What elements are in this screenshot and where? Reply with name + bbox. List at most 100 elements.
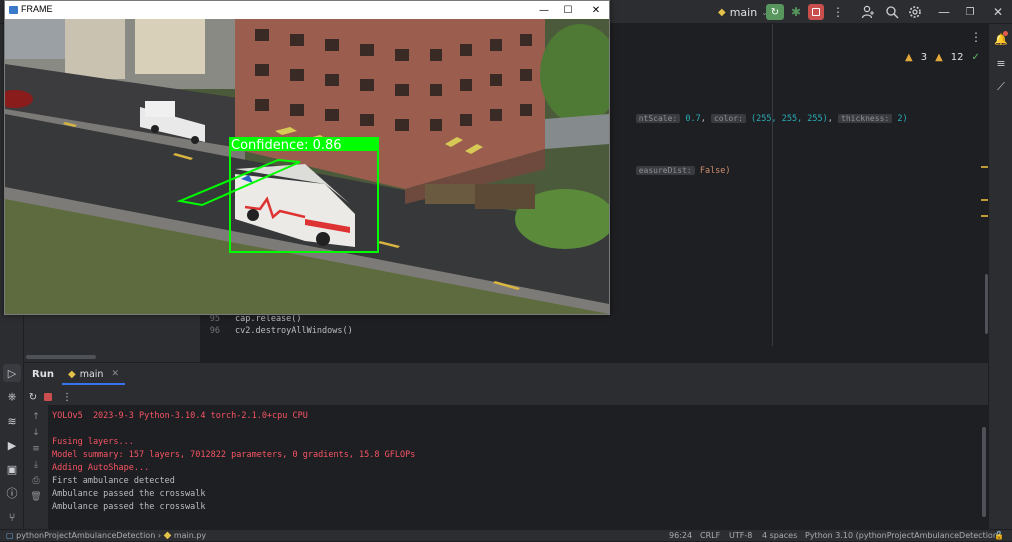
more-icon[interactable]: ⋮	[60, 390, 74, 404]
soft-wrap-icon[interactable]: ≡	[30, 443, 42, 455]
status-bar: ▢ pythonProjectAmbulanceDetection › ◆ ma…	[0, 529, 1012, 541]
console-line: Adding AutoShape...	[52, 463, 150, 473]
python-icon: ◆	[163, 530, 172, 541]
project-breadcrumb[interactable]: ▢ pythonProjectAmbulanceDetection › ◆ ma…	[6, 530, 206, 542]
app-icon	[9, 6, 18, 14]
video-frame: Confidence: 0.86	[5, 19, 609, 314]
code-line-95: cap.release()	[235, 314, 302, 324]
code-value: 2)	[897, 114, 908, 124]
line-number: 96	[209, 326, 220, 336]
warning-stripe[interactable]	[981, 215, 988, 217]
right-margin-guide	[772, 24, 773, 346]
line-separator[interactable]: CRLF	[700, 530, 720, 542]
editor-more-icon[interactable]: ⋮	[970, 30, 982, 44]
line-number: 95	[209, 314, 220, 324]
more-icon[interactable]: ⋮	[830, 4, 846, 20]
notification-badge	[1003, 31, 1008, 36]
caret-position[interactable]: 96:24	[669, 530, 692, 542]
warning-icon: ▲	[905, 52, 913, 63]
project-name: pythonProjectAmbulanceDetection	[16, 531, 156, 540]
right-tool-strip: 🔔 ≡ ⟋	[988, 24, 1012, 529]
code-line-96: cv2.destroyAllWindows()	[235, 326, 353, 336]
weak-warning-count: 12	[950, 52, 964, 63]
warning-stripe[interactable]	[981, 199, 988, 201]
console-line: Model summary: 157 layers, 7012822 param…	[52, 450, 416, 460]
notifications-icon[interactable]: 🔔	[994, 31, 1008, 46]
git-icon[interactable]: ⑂	[5, 510, 19, 524]
warning-stripe[interactable]	[981, 166, 988, 168]
rerun-icon[interactable]: ↻	[26, 390, 40, 404]
horizontal-scrollbar[interactable]	[26, 355, 96, 359]
run-panel-title: Run	[32, 369, 54, 380]
database-icon[interactable]: ≡	[994, 56, 1008, 70]
scroll-to-end-icon[interactable]: ⤓	[30, 459, 42, 471]
stop-button[interactable]	[808, 4, 824, 20]
param-hint: ntScale:	[635, 114, 681, 123]
minimize-icon[interactable]: —	[936, 4, 952, 20]
problems-icon[interactable]: ⓘ	[5, 486, 19, 500]
console-line: Ambulance passed the crosswalk	[52, 502, 206, 512]
lock-icon[interactable]: 🔓	[994, 530, 1004, 542]
run-tool-window: Run ◆ main ✕ ↻ ⋮ ↑ ↓ ≡ ⤓ ⎙ 🗑 YOLOv5 2023…	[24, 362, 988, 530]
debug-icon[interactable]: ✱	[788, 4, 804, 20]
console-line: Ambulance passed the crosswalk	[52, 489, 206, 499]
services-icon[interactable]: ▶	[5, 438, 19, 452]
print-icon[interactable]: ⎙	[30, 475, 42, 487]
run-tool-icon[interactable]: ▷	[3, 364, 21, 382]
file-name: main.py	[173, 531, 207, 540]
python-interpreter[interactable]: Python 3.10 (pythonProjectAmbulanceDetec…	[805, 530, 1001, 542]
file-encoding[interactable]: UTF-8	[729, 530, 752, 542]
layers-icon[interactable]: ≋	[5, 414, 19, 428]
python-icon: ◆	[718, 6, 726, 18]
ide-window: ◆ main ⌄ ↻ ✱ ⋮ — ❐ ✕ ▷ ⎈ ≋ ▶ ▣ ⓘ ⑂ ⋮ ▲ 3…	[0, 0, 1012, 541]
close-icon[interactable]: ✕	[589, 3, 603, 17]
console-line: First ambulance detected	[52, 476, 175, 486]
maximize-icon[interactable]: ☐	[561, 3, 575, 17]
warning-count: 3	[920, 52, 928, 63]
scroll-down-icon[interactable]: ↓	[30, 427, 42, 439]
run-tab-main[interactable]: ◆ main ✕	[62, 365, 125, 385]
close-icon[interactable]: ✕	[990, 4, 1006, 20]
scroll-up-icon[interactable]: ↑	[30, 411, 42, 423]
stop-icon[interactable]	[44, 393, 52, 401]
add-user-icon[interactable]	[860, 4, 876, 20]
indent-setting[interactable]: 4 spaces	[762, 530, 797, 542]
stop-icon	[812, 8, 820, 16]
code-value: 0.7	[685, 114, 701, 124]
run-toolbar: ↻ ⋮	[24, 387, 988, 407]
rerun-icon[interactable]: ↻	[766, 4, 784, 20]
code-line-params: ntScale: 0.7, color: (255, 255, 255), th…	[605, 104, 908, 134]
close-icon[interactable]: ✕	[111, 369, 119, 379]
sciview-icon[interactable]: ⟋	[994, 80, 1008, 94]
street-scene-image: Confidence: 0.86	[5, 19, 609, 314]
confidence-label: Confidence: 0.86	[231, 138, 342, 153]
console-output[interactable]: YOLOv5 2023-9-3 Python-3.10.4 torch-2.1.…	[48, 405, 988, 530]
run-tab-label: main	[79, 368, 104, 380]
console-line: YOLOv5 2023-9-3 Python-3.10.4 torch-2.1.…	[52, 411, 308, 421]
console-scrollbar[interactable]	[982, 427, 986, 517]
settings-icon[interactable]	[907, 4, 923, 20]
restore-icon[interactable]: ❐	[962, 4, 978, 20]
branch-selector[interactable]: ◆ main ⌄	[718, 5, 768, 19]
param-hint: easureDist:	[635, 166, 695, 175]
console-side-toolbar: ↑ ↓ ≡ ⤓ ⎙ 🗑	[24, 405, 48, 530]
code-line-measure: easureDist: False)	[605, 156, 731, 186]
terminal-icon[interactable]: ▣	[5, 462, 19, 476]
param-hint: color:	[710, 114, 746, 123]
frame-title-bar[interactable]: FRAME — ☐ ✕	[5, 1, 609, 19]
branch-label: main	[729, 5, 758, 19]
param-hint: thickness:	[838, 114, 893, 123]
minimize-icon[interactable]: —	[537, 3, 551, 17]
python-packages-icon[interactable]: ⎈	[5, 390, 19, 404]
search-icon[interactable]	[884, 4, 900, 20]
python-icon: ◆	[68, 368, 76, 380]
check-icon: ✓	[971, 52, 980, 63]
module-icon: ▢	[6, 531, 14, 540]
frame-title: FRAME	[21, 4, 53, 14]
frame-window[interactable]: FRAME — ☐ ✕ Confidence: 0.86	[4, 0, 610, 315]
code-value: (255, 255, 255)	[751, 114, 828, 124]
weak-warning-icon: ▲	[935, 52, 943, 63]
code-value: False)	[699, 166, 731, 176]
trash-icon[interactable]: 🗑	[30, 491, 42, 503]
console-line: Fusing layers...	[52, 437, 134, 447]
